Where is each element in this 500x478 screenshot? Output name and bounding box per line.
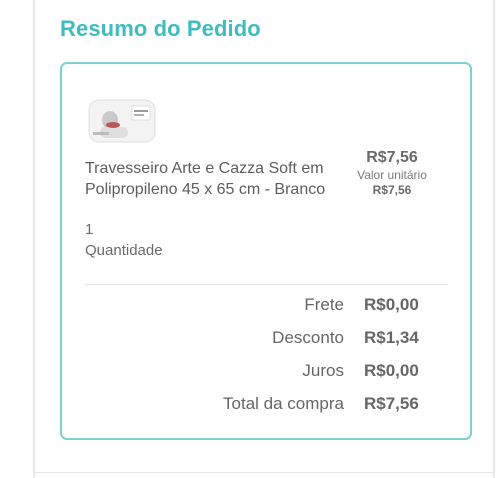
order-summary-card: Travesseiro Arte e Cazza Soft em Polipro…	[60, 62, 472, 440]
order-summary-title: Resumo do Pedido	[60, 16, 261, 41]
frame-right-border	[493, 0, 495, 478]
product-quantity-value: 1	[85, 221, 94, 238]
summary-row-frete: Frete R$0,00	[62, 295, 424, 317]
summary-row-juros: Juros R$0,00	[62, 361, 424, 383]
desconto-value: R$1,34	[364, 328, 419, 347]
juros-value: R$0,00	[364, 361, 419, 380]
summary-row-desconto: Desconto R$1,34	[62, 328, 424, 350]
unit-price-value: R$7,56	[372, 183, 412, 197]
product-price-block: R$7,56 Valor unitário R$7,56	[342, 148, 442, 198]
frame-bottom-border	[33, 472, 495, 473]
frete-value: R$0,00	[364, 295, 419, 314]
product-thumbnail	[88, 99, 156, 143]
product-price: R$7,56	[366, 149, 418, 166]
juros-label: Juros	[302, 361, 344, 380]
unit-price-label: Valor unitário	[357, 168, 427, 182]
total-label: Total da compra	[223, 394, 344, 413]
product-name: Travesseiro Arte e Cazza Soft em Polipro…	[85, 160, 326, 198]
summary-divider	[85, 284, 447, 285]
desconto-label: Desconto	[272, 328, 344, 347]
frame-left-border	[33, 0, 35, 478]
frete-label: Frete	[304, 295, 344, 314]
total-value: R$7,56	[364, 394, 419, 413]
summary-row-total: Total da compra R$7,56	[62, 394, 424, 416]
product-quantity-label: Quantidade	[85, 242, 163, 259]
